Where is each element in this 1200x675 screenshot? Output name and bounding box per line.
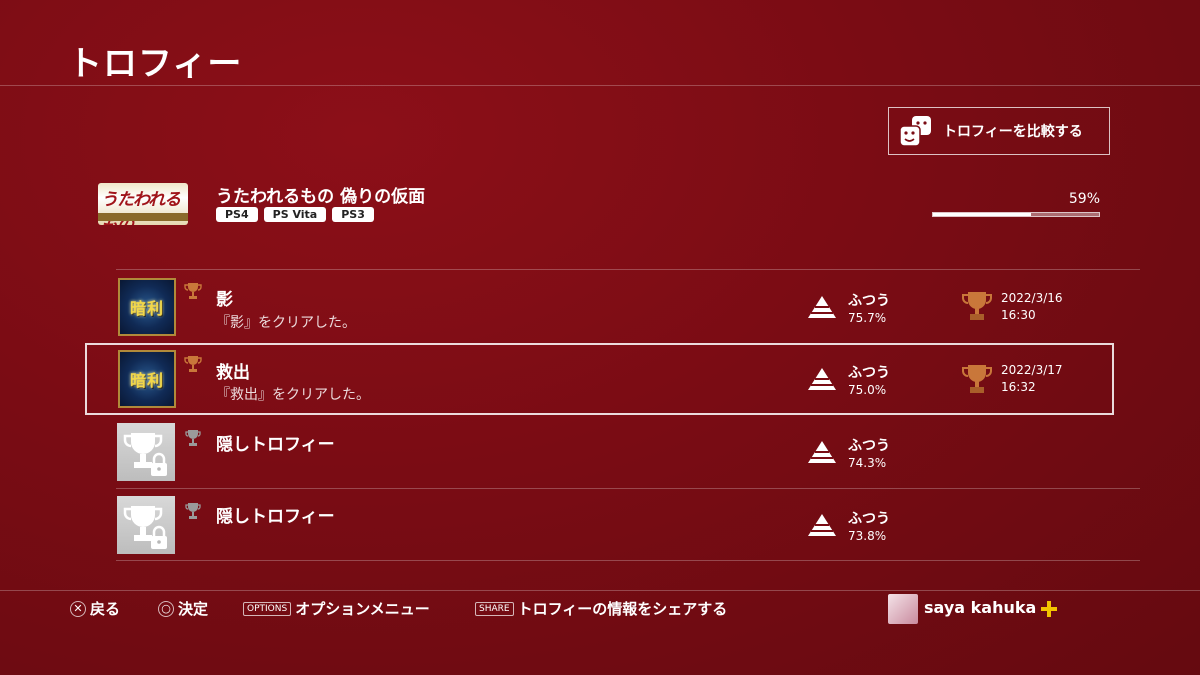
game-title: うたわれるもの 偽りの仮面 xyxy=(216,187,426,207)
trophy-description: 『影』をクリアした。 xyxy=(216,315,356,331)
confirm-hint[interactable]: ○ 決定 xyxy=(158,598,208,619)
hidden-trophy-small-icon xyxy=(185,503,201,519)
list-divider xyxy=(116,488,1140,489)
game-cover: うたわれるもの xyxy=(98,183,188,225)
progress-bar xyxy=(932,212,1100,217)
rarity-label: ふつう xyxy=(848,365,890,381)
back-hint[interactable]: ✕ 戻る xyxy=(70,598,120,619)
hidden-trophy-thumbnail xyxy=(117,496,175,554)
list-divider xyxy=(116,560,1140,561)
compare-trophies-button[interactable]: トロフィーを比較する xyxy=(888,107,1110,155)
locked-trophy-icon xyxy=(123,433,167,476)
rarity-percent: 74.3% xyxy=(848,456,887,470)
ps-plus-icon xyxy=(1041,601,1057,617)
options-label: オプションメニュー xyxy=(295,600,430,618)
trophy-name: 救出 xyxy=(216,363,250,383)
confirm-label: 決定 xyxy=(178,600,209,618)
rarity-percent: 75.0% xyxy=(848,383,887,397)
locked-trophy-icon xyxy=(123,506,167,549)
username: saya kahuka xyxy=(924,598,1037,617)
share-key-icon: SHARE xyxy=(475,601,514,616)
options-hint[interactable]: OPTIONS オプションメニュー xyxy=(243,598,430,619)
progress-bar-fill xyxy=(933,213,1031,216)
trophy-name: 影 xyxy=(216,290,233,310)
trophy-name: 隠しトロフィー xyxy=(216,507,335,527)
rarity-pyramid-icon xyxy=(808,368,836,390)
progress-percent: 59% xyxy=(1068,191,1100,207)
bronze-trophy-icon xyxy=(184,356,202,372)
page-title: トロフィー xyxy=(68,44,243,84)
rarity-label: ふつう xyxy=(848,511,890,527)
trophy-thumbnail: 暗利 xyxy=(118,350,176,408)
platform-tag-ps3: PS3 xyxy=(332,207,374,222)
rarity-pyramid-icon xyxy=(808,296,836,318)
platform-tags: PS4 PS Vita PS3 xyxy=(216,207,374,222)
rarity-label: ふつう xyxy=(848,293,890,309)
compare-faces-icon xyxy=(899,116,931,147)
rarity-pyramid-icon xyxy=(808,441,836,463)
trophy-name: 隠しトロフィー xyxy=(216,435,335,455)
earned-time: 16:30 xyxy=(1001,308,1036,322)
share-hint[interactable]: SHARE トロフィーの情報をシェアする xyxy=(475,598,727,619)
cross-button-icon: ✕ xyxy=(70,600,86,617)
header-divider xyxy=(0,85,1200,86)
trophy-thumbnail: 暗利 xyxy=(118,278,176,336)
user-avatar xyxy=(888,594,918,624)
compare-button-label: トロフィーを比較する xyxy=(943,124,1083,140)
platform-tag-psvita: PS Vita xyxy=(263,207,327,222)
share-label: トロフィーの情報をシェアする xyxy=(517,600,728,618)
hidden-trophy-small-icon xyxy=(185,430,201,446)
earned-date: 2022/3/17 xyxy=(1001,363,1063,377)
earned-date: 2022/3/16 xyxy=(1001,291,1063,305)
rarity-percent: 73.8% xyxy=(848,529,887,543)
hidden-trophy-thumbnail xyxy=(117,423,175,481)
bronze-trophy-icon xyxy=(184,283,202,299)
rarity-percent: 75.7% xyxy=(848,311,887,325)
earned-time: 16:32 xyxy=(1001,380,1036,394)
footer-divider xyxy=(0,590,1200,591)
bronze-trophy-earned-icon xyxy=(962,365,992,393)
trophy-description: 『救出』をクリアした。 xyxy=(216,387,370,403)
circle-button-icon: ○ xyxy=(158,600,174,617)
platform-tag-ps4: PS4 xyxy=(216,207,258,222)
list-divider xyxy=(116,269,1140,270)
back-label: 戻る xyxy=(90,600,121,618)
rarity-label: ふつう xyxy=(848,438,890,454)
rarity-pyramid-icon xyxy=(808,514,836,536)
bronze-trophy-earned-icon xyxy=(962,292,992,320)
options-key-icon: OPTIONS xyxy=(243,601,292,616)
